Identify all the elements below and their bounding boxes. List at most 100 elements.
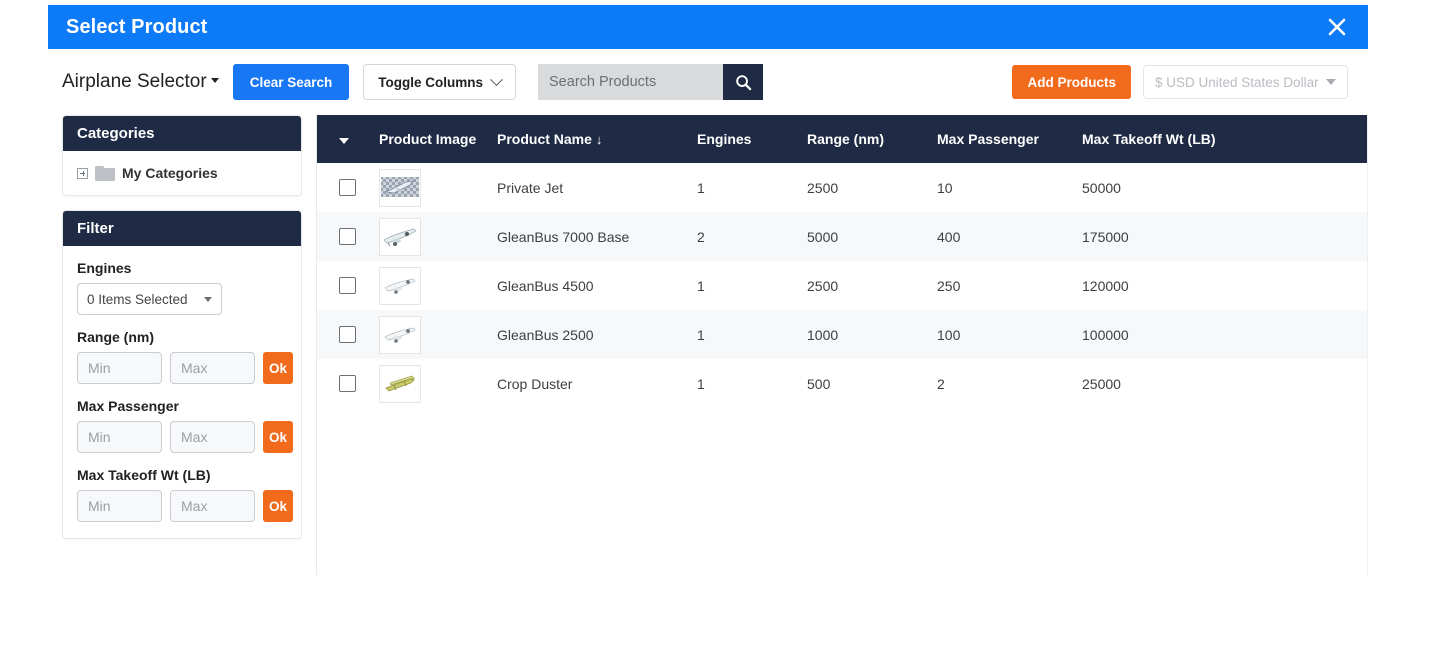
- row-max-takeoff: 175000: [1082, 228, 1129, 245]
- max-passenger-minmax: Ok: [77, 421, 294, 453]
- row-max-passenger: 250: [937, 277, 961, 294]
- column-max-takeoff[interactable]: Max Takeoff Wt (LB): [1082, 115, 1367, 163]
- table-row[interactable]: GleanBus 4500 1 2500 250 120000: [317, 261, 1367, 310]
- range-label: Range (nm): [77, 329, 154, 345]
- chevron-down-icon: [490, 72, 503, 86]
- row-product-name: Crop Duster: [497, 375, 573, 392]
- row-product-name: Private Jet: [497, 179, 564, 196]
- table-row[interactable]: GleanBus 7000 Base 2 5000 400 175000: [317, 212, 1367, 261]
- row-image-cell: [379, 261, 497, 310]
- row-image-cell: [379, 310, 497, 359]
- search-box: [538, 64, 764, 100]
- row-image-cell: [379, 163, 497, 212]
- search-input[interactable]: [538, 64, 724, 100]
- max-takeoff-minmax: Ok: [77, 490, 294, 522]
- engines-select[interactable]: 0 Items Selected: [77, 283, 222, 315]
- filter-panel-title: Filter: [63, 211, 301, 246]
- column-product-name-label: Product Name: [497, 131, 592, 147]
- filter-panel-body: Engines 0 Items Selected Range (nm) Min …: [63, 246, 301, 538]
- close-icon[interactable]: [1322, 12, 1352, 42]
- caret-down-icon: [210, 78, 219, 84]
- caret-down-icon: [204, 296, 212, 302]
- max-takeoff-min-input[interactable]: [77, 490, 162, 522]
- row-max-takeoff: 50000: [1082, 179, 1121, 196]
- column-select-all[interactable]: [317, 115, 379, 163]
- table-row[interactable]: GleanBus 2500 1 1000 100 100000: [317, 310, 1367, 359]
- category-tree-item-my-categories[interactable]: My Categories: [77, 165, 287, 181]
- clear-search-button[interactable]: Clear Search: [232, 64, 350, 100]
- max-passenger-min-input[interactable]: [77, 421, 162, 453]
- row-checkbox[interactable]: [339, 228, 356, 245]
- row-range: 2500: [807, 179, 839, 196]
- column-range[interactable]: Range (nm): [807, 115, 937, 163]
- gleanbus-4500-thumbnail: [379, 266, 421, 305]
- categories-panel-title: Categories: [63, 116, 301, 151]
- row-engines: 2: [697, 228, 705, 245]
- column-engines[interactable]: Engines: [697, 115, 807, 163]
- max-takeoff-max-input[interactable]: [170, 490, 255, 522]
- filter-group-engines: Engines 0 Items Selected: [77, 260, 287, 315]
- row-max-passenger: 100: [937, 326, 961, 343]
- category-label: My Categories: [122, 165, 218, 181]
- add-products-button[interactable]: Add Products: [1012, 65, 1131, 99]
- caret-down-icon: [1326, 79, 1336, 85]
- folder-icon: [95, 165, 115, 181]
- column-product-name[interactable]: Product Name ↓: [497, 115, 697, 163]
- currency-value: $ USD United States Dollar: [1155, 74, 1319, 90]
- range-ok-button[interactable]: Ok: [263, 352, 294, 384]
- range-max-input[interactable]: [170, 352, 255, 384]
- row-range: 500: [807, 375, 831, 392]
- select-product-modal: Select Product Airplane Selector Clear S…: [48, 5, 1368, 590]
- table-row[interactable]: Private Jet 1 2500 10 50000: [317, 163, 1367, 212]
- table-row[interactable]: Crop Duster 1 500 2 25000: [317, 359, 1367, 408]
- categories-panel: Categories My Categories: [62, 115, 302, 196]
- toggle-columns-label: Toggle Columns: [378, 74, 484, 90]
- column-max-passenger[interactable]: Max Passenger: [937, 115, 1082, 163]
- search-icon: [735, 74, 751, 90]
- airplane-selector-dropdown[interactable]: Airplane Selector: [62, 71, 219, 93]
- engines-selected-value: 0 Items Selected: [87, 291, 188, 307]
- range-min-input[interactable]: [77, 352, 162, 384]
- max-passenger-ok-button[interactable]: Ok: [263, 421, 294, 453]
- row-image-cell: [379, 359, 497, 408]
- row-select-cell[interactable]: [317, 212, 379, 261]
- max-passenger-max-input[interactable]: [170, 421, 255, 453]
- airplane-selector-label: Airplane Selector: [62, 71, 207, 92]
- row-checkbox[interactable]: [339, 375, 356, 392]
- engines-label: Engines: [77, 260, 132, 276]
- row-checkbox[interactable]: [339, 326, 356, 343]
- chevron-down-icon[interactable]: [339, 138, 349, 144]
- gleanbus-7000-base-thumbnail: [379, 217, 421, 256]
- currency-select[interactable]: $ USD United States Dollar: [1143, 65, 1348, 99]
- sidebar: Categories My Categories Filter Engines: [62, 115, 302, 575]
- row-select-cell[interactable]: [317, 310, 379, 359]
- products-table-head: Product Image Product Name ↓ Engines Rang…: [317, 115, 1367, 163]
- row-range: 5000: [807, 228, 839, 245]
- search-button[interactable]: [723, 64, 764, 100]
- column-product-image[interactable]: Product Image: [379, 115, 497, 163]
- filter-group-range: Range (nm) Ok: [77, 329, 294, 384]
- page-root: Select Product Airplane Selector Clear S…: [0, 0, 1445, 651]
- modal-body: Categories My Categories Filter Engines: [48, 115, 1368, 575]
- row-checkbox[interactable]: [339, 277, 356, 294]
- sort-descending-icon: ↓: [595, 132, 603, 147]
- row-select-cell[interactable]: [317, 261, 379, 310]
- modal-title-bar: Select Product: [48, 5, 1368, 49]
- filter-group-max-takeoff: Max Takeoff Wt (LB) Ok: [77, 467, 294, 522]
- row-checkbox[interactable]: [339, 179, 356, 196]
- toggle-columns-button[interactable]: Toggle Columns: [363, 64, 517, 100]
- row-image-cell: [379, 212, 497, 261]
- table-header-row: Product Image Product Name ↓ Engines Rang…: [317, 115, 1367, 163]
- row-select-cell[interactable]: [317, 163, 379, 212]
- max-passenger-label: Max Passenger: [77, 398, 179, 414]
- row-product-name: GleanBus 2500: [497, 326, 594, 343]
- row-product-name: GleanBus 7000 Base: [497, 228, 630, 245]
- plus-box-icon[interactable]: [77, 167, 88, 179]
- private-jet-thumbnail: [379, 168, 421, 207]
- row-select-cell[interactable]: [317, 359, 379, 408]
- row-engines: 1: [697, 277, 705, 294]
- row-max-passenger: 400: [937, 228, 961, 245]
- max-takeoff-ok-button[interactable]: Ok: [263, 490, 294, 522]
- toolbar: Airplane Selector Clear Search Toggle Co…: [48, 49, 1368, 115]
- range-minmax: Ok: [77, 352, 294, 384]
